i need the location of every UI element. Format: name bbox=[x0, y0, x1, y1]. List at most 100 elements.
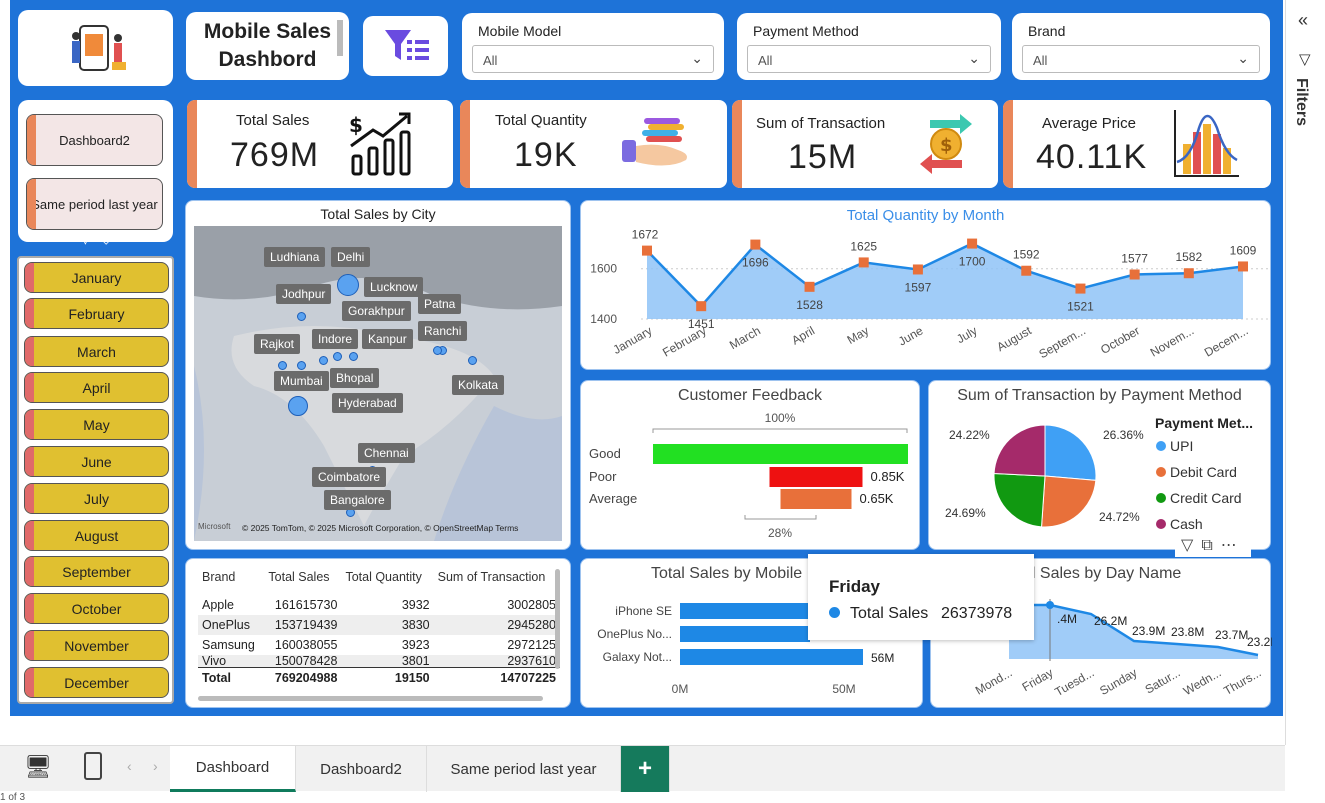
data-label: 23.2M bbox=[1247, 635, 1272, 649]
filter-icon[interactable]: ▽ bbox=[80, 230, 101, 246]
pie-slice bbox=[993, 424, 1046, 477]
nav-same-period-button[interactable]: Same period last year bbox=[26, 178, 163, 230]
table-row[interactable]: Samsung 160038055 3923 2972125 bbox=[198, 635, 560, 655]
map-title: Total Sales by City bbox=[320, 206, 436, 222]
month-button[interactable]: September bbox=[24, 556, 169, 587]
cell: 2972125 bbox=[507, 638, 556, 652]
month-button[interactable]: April bbox=[24, 372, 169, 403]
city-label: Lucknow bbox=[364, 277, 424, 297]
city-bubble[interactable] bbox=[433, 346, 442, 355]
tab-dashboard[interactable]: Dashboard bbox=[170, 746, 296, 792]
scroll-left-icon[interactable]: ‹ bbox=[127, 758, 132, 774]
funnel-icon: ▽ bbox=[1299, 51, 1311, 68]
tab-dashboard2[interactable]: Dashboard2 bbox=[296, 746, 427, 792]
x-tick-label: February bbox=[660, 323, 709, 359]
more-options-icon[interactable]: ⋯ bbox=[122, 230, 146, 246]
desktop-view-icon[interactable]: 🖥 bbox=[24, 754, 52, 780]
column-header[interactable]: Sum of Transaction bbox=[434, 567, 560, 587]
more-options-icon[interactable]: ⋯ bbox=[1221, 537, 1245, 554]
kpi-title: Sum of Transaction bbox=[756, 115, 886, 132]
kpi-value: 15M bbox=[788, 138, 858, 176]
data-label: 1592 bbox=[1013, 248, 1040, 262]
x-tick-label: 50M bbox=[832, 682, 855, 696]
scroll-right-icon[interactable]: › bbox=[153, 758, 158, 774]
x-tick-label: Friday bbox=[1020, 665, 1056, 694]
city-bubble[interactable] bbox=[468, 356, 477, 365]
table-row[interactable]: OnePlus 153719439 3830 2945280 bbox=[198, 615, 560, 635]
city-label: Coimbatore bbox=[312, 467, 387, 487]
brand-dropdown[interactable]: All ⌄ bbox=[1022, 45, 1260, 73]
column-header[interactable]: Total Quantity bbox=[341, 567, 433, 587]
month-button[interactable]: March bbox=[24, 336, 169, 367]
table-row[interactable]: Apple 161615730 3932 3002805 bbox=[198, 595, 560, 615]
city-bubble[interactable] bbox=[349, 352, 358, 361]
city-bubble[interactable] bbox=[333, 352, 342, 361]
map-brand: Microsoft bbox=[198, 522, 231, 531]
month-label: September bbox=[62, 563, 131, 580]
data-point bbox=[1021, 265, 1032, 276]
payment-method-panel: Sum of Transaction by Payment Method 26.… bbox=[928, 380, 1271, 550]
filter-toggle-button[interactable] bbox=[363, 16, 448, 76]
month-button[interactable]: December bbox=[24, 667, 169, 698]
month-button[interactable]: February bbox=[24, 298, 169, 329]
pie-slice bbox=[993, 472, 1046, 528]
table-row[interactable]: Vivo 150078428 3801 2937610 bbox=[198, 655, 560, 668]
city-bubble[interactable] bbox=[297, 361, 306, 370]
tooltip-title: Friday bbox=[829, 577, 881, 596]
funnel-chart[interactable]: 100% Good Poor 0.85K Average 0.65K 28% bbox=[581, 381, 921, 551]
title-scrollbar[interactable] bbox=[337, 20, 343, 56]
tab-same-period-last-year[interactable]: Same period last year bbox=[427, 746, 621, 792]
pie-chart[interactable]: 26.36% UPI 24.72% Debit Card 24.69% Credit Ca… bbox=[929, 381, 1272, 551]
table-total-row: Total 769204988 19150 14707225 bbox=[198, 667, 560, 688]
month-button[interactable]: June bbox=[24, 446, 169, 477]
eraser-icon[interactable]: ◇ bbox=[101, 230, 122, 246]
column-header[interactable]: Brand bbox=[198, 567, 264, 587]
data-label: .4M bbox=[1057, 612, 1077, 626]
kpi-average-price: Average Price 40.11K bbox=[1003, 100, 1271, 188]
line-chart[interactable]: 140016001672January 1451February1696March… bbox=[581, 201, 1272, 371]
month-label: January bbox=[71, 269, 122, 286]
table-horizontal-scrollbar[interactable] bbox=[198, 696, 543, 701]
column-header[interactable]: Total Sales bbox=[264, 567, 341, 587]
city-bubble[interactable] bbox=[288, 396, 308, 416]
payment-method-dropdown[interactable]: All ⌄ bbox=[747, 45, 991, 73]
month-button[interactable]: May bbox=[24, 409, 169, 440]
report-canvas: Mobile Sales Dashbord Mobile Model All ⌄ P… bbox=[10, 0, 1283, 716]
data-point bbox=[912, 264, 923, 275]
x-tick-label: Satur... bbox=[1143, 665, 1183, 696]
add-page-button[interactable]: + bbox=[621, 746, 670, 792]
sales-map[interactable]: Ludhiana Delhi Lucknow Jodhpur Gorakhpur… bbox=[194, 226, 562, 541]
mobile-view-icon[interactable] bbox=[84, 752, 102, 780]
city-bubble[interactable] bbox=[278, 361, 287, 370]
collapse-chevrons-icon[interactable]: « bbox=[1298, 10, 1308, 31]
month-button[interactable]: October bbox=[24, 593, 169, 624]
city-bubble[interactable] bbox=[337, 274, 359, 296]
city-bubble[interactable] bbox=[319, 356, 328, 365]
x-tick-label: July bbox=[954, 323, 979, 346]
month-label: May bbox=[83, 416, 110, 433]
page-tab-bar: 🖥 ‹ › Dashboard Dashboard2 Same period l… bbox=[0, 745, 1285, 792]
month-button[interactable]: August bbox=[24, 520, 169, 551]
legend-label: Credit Card bbox=[1170, 490, 1242, 506]
slicer-payment-method: Payment Method All ⌄ bbox=[737, 13, 1001, 80]
table-vertical-scrollbar[interactable] bbox=[555, 569, 560, 669]
slicer-label: Mobile Model bbox=[478, 23, 562, 39]
map-attribution[interactable]: © 2025 TomTom, © 2025 Microsoft Corporat… bbox=[242, 523, 518, 533]
filters-label[interactable]: Filters bbox=[1292, 78, 1310, 126]
title-line-1: Mobile Sales bbox=[203, 20, 332, 43]
month-button[interactable]: January bbox=[24, 262, 169, 293]
kpi-title: Average Price bbox=[1042, 115, 1136, 132]
mobile-model-dropdown[interactable]: All ⌄ bbox=[472, 45, 714, 73]
filter-icon[interactable]: ▽ bbox=[1181, 537, 1201, 554]
nav-dashboard2-button[interactable]: Dashboard2 bbox=[26, 114, 163, 166]
tab-label: Same period last year bbox=[450, 760, 597, 778]
bar bbox=[680, 626, 810, 642]
city-label: Ranchi bbox=[418, 321, 468, 341]
city-bubble[interactable] bbox=[297, 312, 306, 321]
data-point bbox=[858, 257, 869, 268]
month-button[interactable]: July bbox=[24, 483, 169, 514]
month-button[interactable]: November bbox=[24, 630, 169, 661]
shopping-illustration-icon bbox=[72, 25, 126, 71]
focus-mode-icon[interactable]: ⧉ bbox=[1201, 537, 1220, 554]
slice-label: 26.36% bbox=[1103, 428, 1144, 442]
